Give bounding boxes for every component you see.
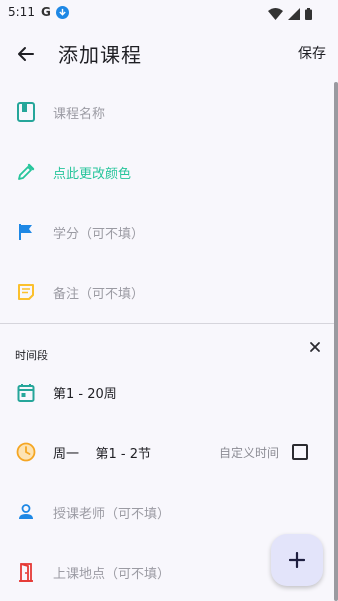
book-icon [16,102,36,122]
remove-time-button[interactable] [308,339,322,353]
back-button[interactable] [14,42,38,66]
divider [0,323,334,324]
course-name-field[interactable]: 课程名称 [0,82,330,142]
location-input[interactable]: 上课地点（可不填） [53,563,170,582]
day-period-row[interactable]: 周一 第1 - 2节 自定义时间 [0,422,330,482]
change-color-label: 点此更改颜色 [53,166,132,182]
download-icon [55,5,69,19]
status-time: 5:11 [8,5,35,19]
clock-icon [16,442,36,462]
weeks-label: 第1 - 20周 [53,386,117,402]
signal-icon [288,5,300,24]
note-input[interactable]: 备注（可不填） [53,283,144,302]
plus-icon [289,552,305,568]
scrollbar[interactable] [334,82,338,601]
door-icon [16,562,36,582]
teacher-field[interactable]: 授课老师（可不填） [0,482,330,542]
color-picker-row[interactable]: 点此更改颜色 [0,142,330,202]
credit-input[interactable]: 学分（可不填） [53,223,144,242]
wifi-icon [268,5,283,24]
flag-icon [16,222,36,242]
day-period-label: 周一 第1 - 2节 [53,446,152,462]
eyedropper-icon [16,162,36,182]
battery-icon [305,5,312,24]
course-name-input[interactable]: 课程名称 [53,103,105,122]
custom-time-label: 自定义时间 [219,445,280,460]
close-icon [310,342,320,352]
calendar-icon [16,382,36,402]
note-field[interactable]: 备注（可不填） [0,262,330,322]
person-icon [16,502,36,522]
add-time-button[interactable] [271,534,323,586]
status-icons [268,5,312,24]
app-bar: 添加课程 保存 [0,26,338,82]
credit-field[interactable]: 学分（可不填） [0,202,330,262]
google-icon: G [40,5,51,19]
save-button[interactable]: 保存 [298,43,326,63]
teacher-input[interactable]: 授课老师（可不填） [53,503,170,522]
page-title: 添加课程 [58,43,142,67]
weeks-row[interactable]: 第1 - 20周 [0,362,330,422]
time-section-title: 时间段 [15,349,48,362]
note-icon [16,282,36,302]
arrow-left-icon [18,47,34,61]
custom-time-checkbox[interactable] [292,444,308,460]
